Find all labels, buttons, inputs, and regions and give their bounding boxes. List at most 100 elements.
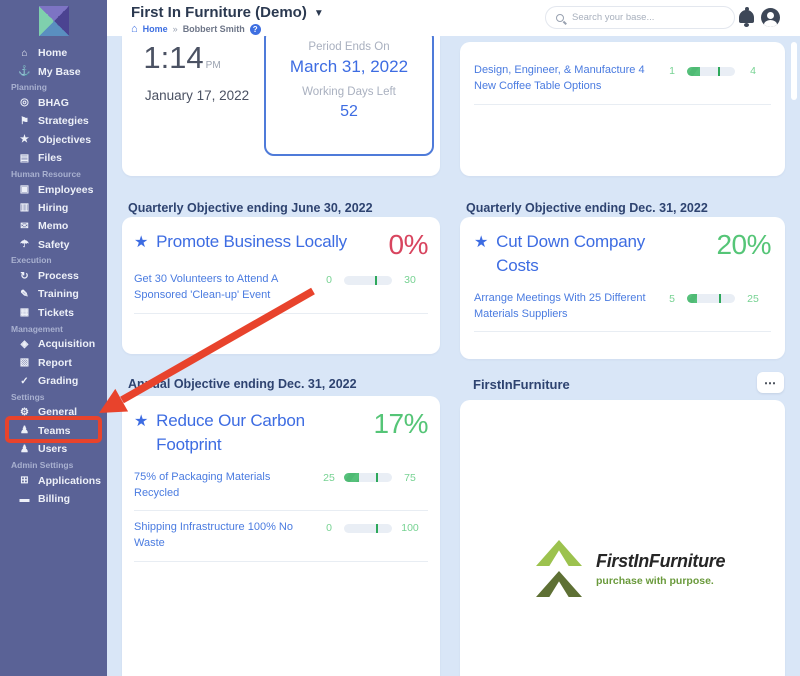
sidebar-item-acquisition[interactable]: ◈ Acquisition: [0, 335, 107, 353]
brand-name: FirstInFurniture: [596, 550, 726, 571]
flag-icon: ⚑: [20, 115, 29, 127]
sidebar-section-planning: Planning: [11, 82, 47, 93]
sidebar-item-label: My Base: [38, 65, 81, 78]
key-result-link[interactable]: Shipping Infrastructure 100% No Waste: [134, 520, 314, 552]
sidebar-item-process[interactable]: ↻ Process: [0, 267, 107, 285]
sidebar-item-label: Billing: [38, 493, 71, 505]
credit-card-icon: ▬: [19, 493, 30, 505]
breadcrumb-separator: »: [172, 24, 178, 34]
base-title-dropdown[interactable]: First In Furniture (Demo) ▼: [131, 4, 324, 21]
sidebar-nav: ⌂ Home ⚓ My Base Planning ◎ BHAG ⚑ Strategie…: [0, 44, 107, 508]
objective-percent: 0%: [388, 229, 429, 260]
objective-title[interactable]: ★ Cut Down Company Costs: [474, 230, 650, 278]
period-end-date: March 31, 2022: [289, 57, 409, 76]
handshake-icon: ◈: [20, 338, 29, 350]
sidebar-item-grading[interactable]: ✓ Grading: [0, 372, 107, 390]
key-result-meter: 1 4: [657, 65, 771, 77]
scrollbar-thumb[interactable]: [791, 42, 797, 100]
sidebar-item-training[interactable]: ✎ Training: [0, 285, 107, 303]
sidebar-item-label: General: [38, 406, 78, 419]
sidebar-item-users[interactable]: ♟ Users: [0, 440, 107, 458]
id-card-icon: ▣: [19, 184, 30, 196]
refresh-icon: ↻: [20, 270, 29, 282]
search-icon: [556, 13, 564, 22]
sidebar-item-hiring[interactable]: ▥ Hiring: [0, 199, 107, 217]
notification-bell-icon[interactable]: [739, 7, 754, 27]
key-result-row: 75% of Packaging Materials Recycled 25 7…: [134, 470, 428, 512]
section-heading-quarterly-june: Quarterly Objective ending June 30, 2022: [128, 201, 373, 215]
sidebar-section-settings: Settings: [11, 391, 45, 402]
key-result-meter: 0 30: [314, 274, 428, 286]
sidebar-item-bhag[interactable]: ◎ BHAG: [0, 94, 107, 112]
sidebar-item-objectives[interactable]: ★ Objectives: [0, 131, 107, 149]
kr-min-value: 5: [669, 292, 675, 305]
top-bar: First In Furniture (Demo) ▼ ⌂ Home » Bob…: [107, 0, 800, 36]
sidebar-item-general[interactable]: ⚙ General: [0, 403, 107, 421]
sidebar-item-label: Tickets: [38, 306, 74, 319]
key-results-card: Design, Engineer, & Manufacture 4 New Co…: [460, 42, 785, 176]
meridiem-label: PM: [205, 60, 221, 71]
progress-fill: [344, 473, 360, 483]
sidebar-section-human-resource: Human Resource: [11, 168, 81, 179]
key-result-link[interactable]: 75% of Packaging Materials Recycled: [134, 470, 314, 502]
key-result-link[interactable]: Get 30 Volunteers to Attend A Sponsored …: [134, 272, 314, 304]
sidebar-item-memo[interactable]: ✉ Memo: [0, 217, 107, 235]
sidebar-item-my-base[interactable]: ⚓ My Base: [0, 62, 107, 80]
kr-max-value: 75: [404, 471, 416, 484]
key-result-link[interactable]: Design, Engineer, & Manufacture 4 New Co…: [474, 63, 657, 95]
gear-icon: ⚙: [20, 406, 29, 418]
sidebar-item-strategies[interactable]: ⚑ Strategies: [0, 112, 107, 130]
sidebar-item-label: Hiring: [38, 201, 69, 214]
star-icon: ★: [134, 234, 149, 251]
sidebar-item-label: Files: [38, 152, 62, 165]
clock-card: 1:14 PM January 17, 2022 Period Ends On M…: [122, 36, 440, 176]
kr-max-value: 100: [401, 522, 419, 535]
sidebar-item-teams[interactable]: ♟ Teams: [0, 422, 107, 440]
sidebar-item-label: Employees: [38, 183, 94, 196]
sidebar-item-label: Training: [38, 288, 79, 301]
breadcrumb-home-link[interactable]: Home: [143, 24, 168, 34]
sidebar-item-label: Applications: [38, 474, 102, 487]
breadcrumb: ⌂ Home » Bobbert Smith ?: [131, 23, 261, 35]
key-result-link[interactable]: Arrange Meetings With 25 Different Mater…: [474, 291, 657, 323]
home-icon: ⌂: [21, 47, 28, 59]
brand-tagline: purchase with purpose.: [596, 574, 714, 587]
sidebar-item-safety[interactable]: ☂ Safety: [0, 236, 107, 254]
sidebar-item-label: Safety: [38, 238, 70, 251]
user-avatar-icon[interactable]: [761, 8, 780, 27]
objective-title[interactable]: ★ Reduce Our Carbon Footprint: [134, 409, 324, 457]
app-logo-icon[interactable]: [39, 6, 69, 36]
objective-title[interactable]: ★ Promote Business Locally: [134, 230, 347, 254]
key-result-row: Shipping Infrastructure 100% No Waste 0 …: [134, 520, 428, 563]
sidebar-item-employees[interactable]: ▣ Employees: [0, 180, 107, 198]
chevron-logo-icon: [536, 540, 582, 597]
sidebar-section-execution: Execution: [11, 255, 52, 266]
sidebar-item-files[interactable]: ▤ Files: [0, 149, 107, 167]
progress-bar: [344, 473, 392, 483]
current-date: January 17, 2022: [144, 88, 250, 103]
period-ends-label: Period Ends On: [308, 41, 390, 53]
help-icon[interactable]: ?: [249, 23, 261, 35]
sidebar-item-tickets[interactable]: ▦ Tickets: [0, 304, 107, 322]
id-badge-icon: ▥: [19, 202, 30, 214]
sidebar-item-label: Strategies: [38, 115, 89, 128]
sidebar-item-applications[interactable]: ⊞ Applications: [0, 471, 107, 489]
star-icon: ★: [20, 134, 29, 146]
key-result-row: Arrange Meetings With 25 Different Mater…: [474, 291, 771, 333]
progress-bar: [344, 275, 392, 285]
kr-max-value: 30: [404, 274, 416, 287]
search-input[interactable]: [570, 11, 724, 24]
sidebar-item-billing[interactable]: ▬ Billing: [0, 490, 107, 508]
sidebar-item-label: Memo: [38, 220, 69, 233]
card-menu-button[interactable]: ⋯: [757, 372, 784, 393]
search-bar: [545, 6, 735, 29]
sidebar-section-management: Management: [11, 323, 63, 334]
page-title: First In Furniture (Demo): [131, 4, 307, 21]
objective-card-cut-costs: ★ Cut Down Company Costs 20% Arrange Meet…: [460, 217, 785, 359]
kr-min-value: 1: [669, 65, 675, 77]
chevron-light-icon: [536, 540, 582, 566]
sidebar-item-report[interactable]: ▧ Report: [0, 353, 107, 371]
sidebar-item-label: Teams: [38, 424, 71, 437]
objective-card-promote-business: ★ Promote Business Locally 0% Get 30 Volu…: [122, 217, 440, 354]
sidebar-item-home[interactable]: ⌂ Home: [0, 44, 107, 62]
